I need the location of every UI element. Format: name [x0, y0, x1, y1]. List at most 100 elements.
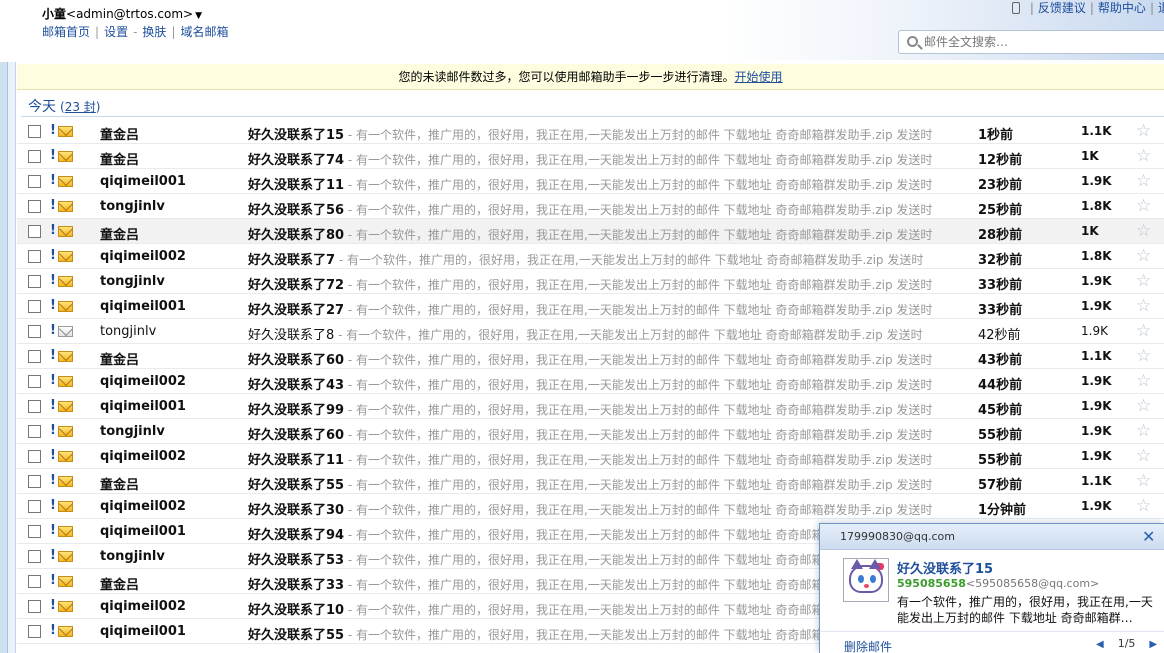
- row-checkbox[interactable]: [28, 375, 41, 388]
- search-input[interactable]: [924, 34, 1164, 50]
- row-subject[interactable]: 好久没联系了7 - 有一个软件，推广用的，很好用，我正在用,一天能发出上万封的邮…: [248, 249, 923, 268]
- important-flag-icon[interactable]: !: [50, 298, 56, 313]
- row-sender[interactable]: 童金吕: [100, 574, 139, 593]
- row-sender[interactable]: 童金吕: [100, 474, 139, 493]
- row-checkbox[interactable]: [28, 250, 41, 263]
- row-subject[interactable]: 好久没联系了43 - 有一个软件，推广用的，很好用，我正在用,一天能发出上万封的…: [248, 374, 932, 393]
- important-flag-icon[interactable]: !: [50, 373, 56, 388]
- new-mail-popup[interactable]: 179990830@qq.com ✕ 好久没联系了15 595085658<59…: [819, 523, 1164, 653]
- row-subject[interactable]: 好久没联系了56 - 有一个软件，推广用的，很好用，我正在用,一天能发出上万封的…: [248, 199, 932, 218]
- table-row[interactable]: ! tongjinlv 好久没联系了72 - 有一个软件，推广用的，很好用，我正在用…: [17, 269, 1164, 294]
- row-subject[interactable]: 好久没联系了11 - 有一个软件，推广用的，很好用，我正在用,一天能发出上万封的…: [248, 449, 932, 468]
- row-checkbox[interactable]: [28, 600, 41, 613]
- account-info[interactable]: 小童<admin@trtos.com> ▼: [42, 5, 202, 22]
- row-subject[interactable]: 好久没联系了30 - 有一个软件，推广用的，很好用，我正在用,一天能发出上万封的…: [248, 499, 932, 518]
- nav-domain-mail[interactable]: 域名邮箱: [180, 25, 228, 39]
- row-sender[interactable]: qiqimeil002: [100, 499, 186, 514]
- row-subject[interactable]: 好久没联系了8 - 有一个软件，推广用的，很好用，我正在用,一天能发出上万封的邮…: [248, 324, 923, 343]
- row-checkbox[interactable]: [28, 300, 41, 313]
- row-sender[interactable]: qiqimeil001: [100, 399, 186, 414]
- table-row[interactable]: ! qiqimeil001 好久没联系了99 - 有一个软件，推广用的，很好用，我正…: [17, 394, 1164, 419]
- star-icon[interactable]: ☆: [1136, 146, 1151, 166]
- nav-settings[interactable]: 设置: [104, 25, 128, 39]
- important-flag-icon[interactable]: !: [50, 598, 56, 613]
- row-subject[interactable]: 好久没联系了99 - 有一个软件，推广用的，很好用，我正在用,一天能发出上万封的…: [248, 399, 932, 418]
- phone-icon[interactable]: [1011, 2, 1020, 14]
- star-icon[interactable]: ☆: [1136, 196, 1151, 216]
- row-sender[interactable]: 童金吕: [100, 224, 139, 243]
- table-row[interactable]: ! 童金吕 好久没联系了15 - 有一个软件，推广用的，很好用，我正在用,一天能发出…: [17, 119, 1164, 144]
- help-center-link[interactable]: 帮助中心: [1098, 1, 1146, 15]
- row-checkbox[interactable]: [28, 350, 41, 363]
- star-icon[interactable]: ☆: [1136, 346, 1151, 366]
- row-checkbox[interactable]: [28, 175, 41, 188]
- important-flag-icon[interactable]: !: [50, 148, 56, 163]
- row-sender[interactable]: qiqimeil002: [100, 449, 186, 464]
- table-row[interactable]: ! 童金吕 好久没联系了80 - 有一个软件，推广用的，很好用，我正在用,一天能发出…: [17, 219, 1164, 244]
- table-row[interactable]: ! tongjinlv 好久没联系了8 - 有一个软件，推广用的，很好用，我正在用,…: [17, 319, 1164, 344]
- table-row[interactable]: ! tongjinlv 好久没联系了60 - 有一个软件，推广用的，很好用，我正在用…: [17, 419, 1164, 444]
- table-row[interactable]: ! 童金吕 好久没联系了55 - 有一个软件，推广用的，很好用，我正在用,一天能发出…: [17, 469, 1164, 494]
- row-sender[interactable]: tongjinlv: [100, 324, 156, 339]
- search-box[interactable]: [898, 30, 1164, 54]
- star-icon[interactable]: ☆: [1136, 321, 1151, 341]
- row-sender[interactable]: tongjinlv: [100, 424, 165, 439]
- important-flag-icon[interactable]: !: [50, 123, 56, 138]
- star-icon[interactable]: ☆: [1136, 421, 1151, 441]
- important-flag-icon[interactable]: !: [50, 248, 56, 263]
- row-subject[interactable]: 好久没联系了72 - 有一个软件，推广用的，很好用，我正在用,一天能发出上万封的…: [248, 274, 932, 293]
- important-flag-icon[interactable]: !: [50, 398, 56, 413]
- row-subject[interactable]: 好久没联系了60 - 有一个软件，推广用的，很好用，我正在用,一天能发出上万封的…: [248, 424, 932, 443]
- important-flag-icon[interactable]: !: [50, 473, 56, 488]
- row-checkbox[interactable]: [28, 275, 41, 288]
- row-subject[interactable]: 好久没联系了74 - 有一个软件，推广用的，很好用，我正在用,一天能发出上万封的…: [248, 149, 932, 168]
- row-sender[interactable]: qiqimeil002: [100, 374, 186, 389]
- table-row[interactable]: ! qiqimeil002 好久没联系了11 - 有一个软件，推广用的，很好用，我正…: [17, 444, 1164, 469]
- star-icon[interactable]: ☆: [1136, 171, 1151, 191]
- row-sender[interactable]: 童金吕: [100, 349, 139, 368]
- search-icon[interactable]: [907, 36, 918, 47]
- feedback-link[interactable]: 反馈建议: [1038, 1, 1086, 15]
- row-checkbox[interactable]: [28, 425, 41, 438]
- row-subject[interactable]: 好久没联系了55 - 有一个软件，推广用的，很好用，我正在用,一天能发出上万封的…: [248, 474, 932, 493]
- star-icon[interactable]: ☆: [1136, 396, 1151, 416]
- important-flag-icon[interactable]: !: [50, 498, 56, 513]
- row-subject[interactable]: 好久没联系了27 - 有一个软件，推广用的，很好用，我正在用,一天能发出上万封的…: [248, 299, 932, 318]
- table-row[interactable]: ! 童金吕 好久没联系了60 - 有一个软件，推广用的，很好用，我正在用,一天能发出…: [17, 344, 1164, 369]
- table-row[interactable]: ! 童金吕 好久没联系了74 - 有一个软件，推广用的，很好用，我正在用,一天能发出…: [17, 144, 1164, 169]
- row-checkbox[interactable]: [28, 550, 41, 563]
- star-icon[interactable]: ☆: [1136, 496, 1151, 516]
- prev-arrow-icon[interactable]: ◀: [1096, 639, 1104, 650]
- table-row[interactable]: ! qiqimeil002 好久没联系了43 - 有一个软件，推广用的，很好用，我正…: [17, 369, 1164, 394]
- table-row[interactable]: ! qiqimeil002 好久没联系了30 - 有一个软件，推广用的，很好用，我正…: [17, 494, 1164, 519]
- important-flag-icon[interactable]: !: [50, 523, 56, 538]
- important-flag-icon[interactable]: !: [50, 348, 56, 363]
- row-subject[interactable]: 好久没联系了60 - 有一个软件，推广用的，很好用，我正在用,一天能发出上万封的…: [248, 349, 932, 368]
- row-sender[interactable]: tongjinlv: [100, 199, 165, 214]
- popup-body[interactable]: 有一个软件，推广用的，很好用，我正在用,一天能发出上万封的邮件 下载地址 奇奇邮…: [897, 594, 1159, 626]
- next-arrow-icon[interactable]: ▶: [1149, 639, 1157, 650]
- star-icon[interactable]: ☆: [1136, 471, 1151, 491]
- notice-start-link[interactable]: 开始使用: [735, 70, 783, 84]
- row-sender[interactable]: 童金吕: [100, 124, 139, 143]
- nav-skin[interactable]: 换肤: [142, 25, 166, 39]
- table-row[interactable]: ! qiqimeil001 好久没联系了11 - 有一个软件，推广用的，很好用，我正…: [17, 169, 1164, 194]
- star-icon[interactable]: ☆: [1136, 271, 1151, 291]
- row-checkbox[interactable]: [28, 125, 41, 138]
- star-icon[interactable]: ☆: [1136, 296, 1151, 316]
- star-icon[interactable]: ☆: [1136, 371, 1151, 391]
- star-icon[interactable]: ☆: [1136, 246, 1151, 266]
- row-sender[interactable]: qiqimeil001: [100, 624, 186, 639]
- row-checkbox[interactable]: [28, 575, 41, 588]
- delete-mail-button[interactable]: 删除邮件: [844, 638, 892, 653]
- row-checkbox[interactable]: [28, 325, 41, 338]
- row-checkbox[interactable]: [28, 225, 41, 238]
- nav-mail-home[interactable]: 邮箱首页: [42, 25, 90, 39]
- row-sender[interactable]: qiqimeil002: [100, 599, 186, 614]
- important-flag-icon[interactable]: !: [50, 623, 56, 638]
- row-subject[interactable]: 好久没联系了15 - 有一个软件，推广用的，很好用，我正在用,一天能发出上万封的…: [248, 124, 932, 143]
- chevron-down-icon[interactable]: ▼: [195, 11, 202, 21]
- important-flag-icon[interactable]: !: [50, 173, 56, 188]
- row-checkbox[interactable]: [28, 475, 41, 488]
- star-icon[interactable]: ☆: [1136, 221, 1151, 241]
